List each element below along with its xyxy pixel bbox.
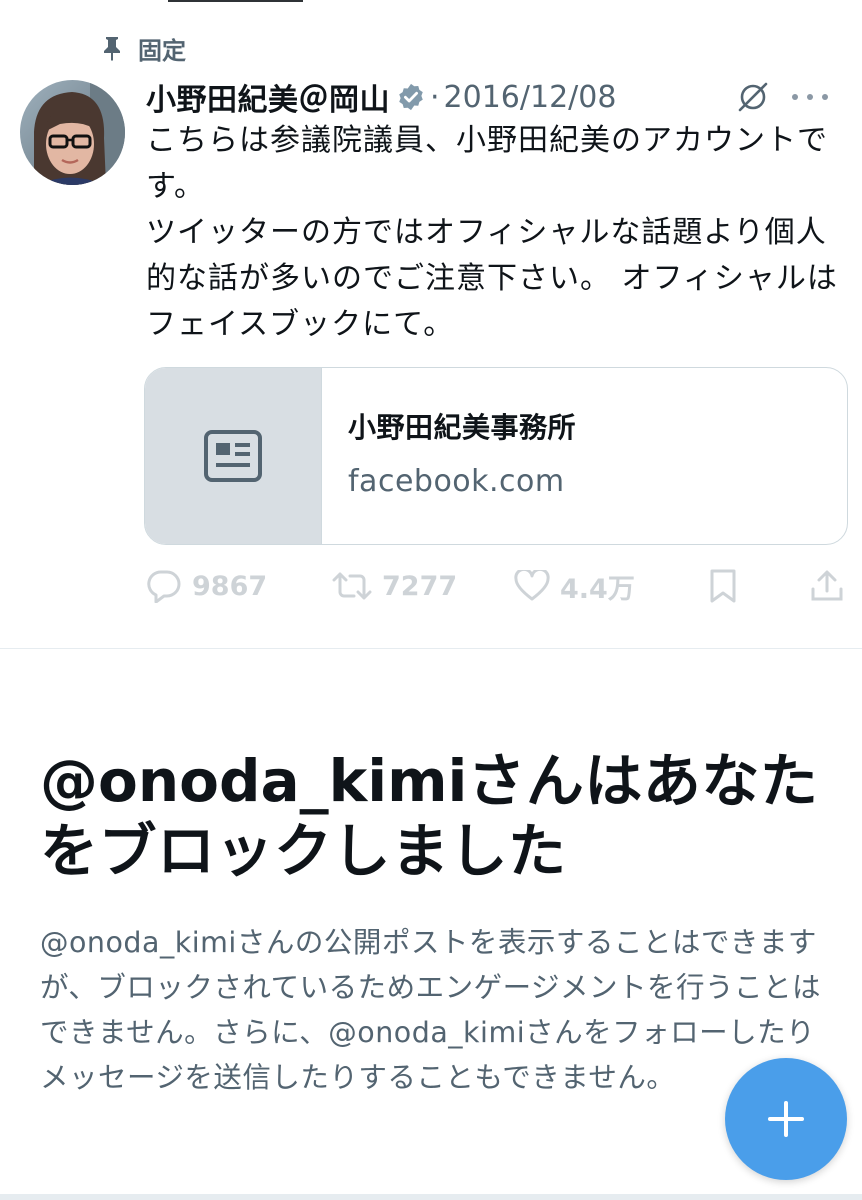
pin-icon bbox=[98, 34, 126, 62]
verified-badge-icon bbox=[399, 83, 423, 111]
avatar[interactable] bbox=[20, 80, 125, 185]
bookmark-icon bbox=[710, 569, 736, 603]
heart-icon bbox=[514, 570, 550, 601]
reply-button[interactable]: 9867 bbox=[146, 566, 267, 606]
reply-icon bbox=[147, 570, 181, 603]
separator-dot: · bbox=[430, 79, 440, 115]
more-options-icon[interactable] bbox=[792, 82, 828, 112]
link-card[interactable]: 小野田紀美事務所 facebook.com bbox=[144, 367, 848, 545]
tweet-text-line: ツイッターの方ではオフィシャルな話題より個人的な話が多いのでご注意下さい。 オフ… bbox=[146, 215, 838, 342]
repost-count: 7277 bbox=[382, 570, 458, 602]
block-heading: @onoda_kimiさんはあなたをブロックしました bbox=[40, 746, 840, 886]
share-button[interactable] bbox=[810, 566, 844, 606]
description-handle: @onoda_kimi bbox=[328, 1016, 526, 1049]
article-icon bbox=[204, 430, 262, 482]
like-button[interactable]: 4.4万 bbox=[514, 566, 635, 606]
compose-post-button[interactable] bbox=[725, 1058, 847, 1180]
plus-icon bbox=[768, 1101, 804, 1137]
pinned-label: 固定 bbox=[138, 36, 186, 65]
tweet-text: こちらは参議院議員、小野田紀美のアカウントです。 ツイッターの方ではオフィシャル… bbox=[146, 118, 846, 348]
top-divider bbox=[168, 0, 303, 2]
blocked-by-handle: @onoda_kimi bbox=[40, 747, 468, 815]
tweet-date[interactable]: 2016/12/08 bbox=[444, 80, 617, 115]
share-icon bbox=[811, 570, 843, 601]
bottom-divider bbox=[0, 1194, 862, 1200]
description-handle: @onoda_kimi bbox=[40, 926, 237, 959]
link-info: 小野田紀美事務所 facebook.com bbox=[322, 368, 576, 544]
repost-button[interactable]: 7277 bbox=[332, 566, 457, 606]
tweet-text-line: こちらは参議院議員、小野田紀美のアカウントです。 bbox=[146, 123, 828, 204]
grok-icon[interactable] bbox=[736, 80, 770, 114]
like-count: 4.4万 bbox=[560, 573, 635, 605]
link-thumbnail bbox=[145, 368, 322, 544]
block-description: @onoda_kimiさんの公開ポストを表示することはできますが、ブロックされて… bbox=[40, 920, 830, 1100]
section-divider bbox=[0, 648, 862, 649]
pinned-indicator: 固定 bbox=[98, 30, 186, 66]
link-title: 小野田紀美事務所 bbox=[348, 411, 577, 444]
tweet-actions: 9867 7277 4.4万 bbox=[146, 566, 846, 606]
reply-count: 9867 bbox=[192, 570, 268, 602]
repost-icon bbox=[332, 572, 372, 600]
link-domain: facebook.com bbox=[348, 464, 565, 499]
bookmark-button[interactable] bbox=[708, 566, 738, 606]
tweet-header: 小野田紀美＠岡山 · 2016/12/08 bbox=[146, 74, 842, 120]
display-name[interactable]: 小野田紀美＠岡山 bbox=[146, 75, 390, 119]
